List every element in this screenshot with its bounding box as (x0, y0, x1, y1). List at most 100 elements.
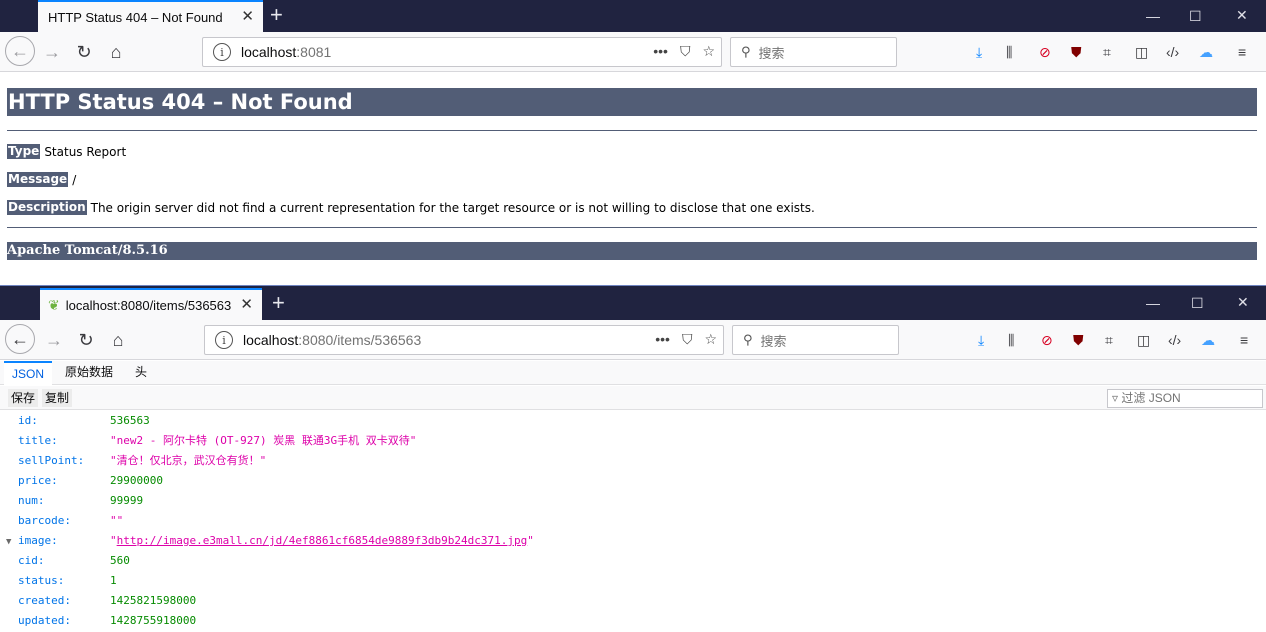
info-icon[interactable]: i (215, 331, 233, 349)
url-bar[interactable]: i localhost:8081 ••• ⛉ ☆ (202, 37, 722, 67)
description-value: The origin server did not find a current… (90, 200, 815, 215)
extension-icon[interactable]: ☁ (1201, 332, 1215, 348)
home-icon[interactable]: ⌂ (104, 326, 132, 354)
download-icon[interactable]: ⤓ (976, 44, 982, 60)
maximize-icon[interactable]: ☐ (1191, 295, 1204, 312)
page-actions-icon[interactable]: ••• (655, 331, 670, 348)
close-tab-icon[interactable]: ✕ (241, 9, 254, 24)
minimize-icon[interactable]: — (1146, 8, 1160, 24)
back-arrow-icon[interactable]: ← (5, 36, 35, 66)
message-line: Message / (7, 172, 76, 187)
tab-strip: ❦ localhost:8080/items/536563 ✕ + — ☐ ✕ (0, 286, 1266, 320)
bookmark-star-icon[interactable]: ☆ (702, 43, 715, 60)
json-row[interactable]: sellPoint: "清仓！仅北京，武汉仓有货！" (0, 451, 1266, 471)
json-row[interactable]: ▼ image: "http://image.e3mall.cn/jd/4ef886… (0, 531, 1266, 551)
url-bar[interactable]: i localhost:8080/items/536563 ••• ⛉ ☆ (204, 325, 724, 355)
search-icon: ⚲ (743, 332, 753, 347)
forward-arrow-icon[interactable]: → (40, 326, 68, 354)
json-viewer-toolbar: 保存 复制 ▿ 过滤 JSON (0, 386, 1266, 410)
json-row[interactable]: id: 536563 (0, 411, 1266, 431)
devtools-icon[interactable]: ‹/› (1166, 44, 1179, 60)
home-icon[interactable]: ⌂ (102, 38, 130, 66)
close-window-icon[interactable]: ✕ (1236, 7, 1248, 24)
ublock-icon[interactable]: ⛊ (1073, 332, 1084, 348)
tab-json[interactable]: JSON (4, 361, 53, 385)
url-path: :8080/items/536563 (298, 332, 422, 348)
search-bar[interactable]: ⚲ 搜索 (730, 37, 897, 67)
tab-raw-data[interactable]: 原始数据 (57, 361, 121, 385)
json-row[interactable]: num: 99999 (0, 491, 1266, 511)
json-value: "清仓！仅北京，武汉仓有货！" (110, 454, 267, 467)
menu-icon[interactable]: ≡ (1240, 332, 1248, 348)
message-label: Message (7, 172, 69, 187)
screenshot-icon[interactable]: ⌗ (1103, 44, 1111, 60)
adblock-icon[interactable]: ⊘ (1039, 44, 1051, 60)
json-key: updated: (18, 614, 71, 627)
json-row[interactable]: status: 1 (0, 571, 1266, 591)
bookmark-star-icon[interactable]: ☆ (704, 331, 717, 348)
pocket-icon[interactable]: ⛉ (680, 43, 691, 60)
json-key: created: (18, 594, 71, 607)
menu-icon[interactable]: ≡ (1238, 44, 1246, 60)
filter-json-input[interactable]: ▿ 过滤 JSON (1107, 389, 1263, 408)
json-key: title: (18, 434, 58, 447)
json-row[interactable]: title: "new2 - 阿尔卡特 (OT-927) 炭黑 联通3G手机 双卡… (0, 431, 1266, 451)
page-actions-icon[interactable]: ••• (653, 43, 668, 60)
divider (7, 227, 1257, 228)
json-row[interactable]: barcode: "" (0, 511, 1266, 531)
back-arrow-icon[interactable]: ← (5, 324, 35, 354)
json-row[interactable]: updated: 1428755918000 (0, 611, 1266, 631)
adblock-icon[interactable]: ⊘ (1041, 332, 1053, 348)
save-button[interactable]: 保存 (8, 389, 39, 407)
json-value: "new2 - 阿尔卡特 (OT-927) 炭黑 联通3G手机 双卡双待" (110, 434, 417, 447)
info-icon[interactable]: i (213, 43, 231, 61)
tomcat-error-page: HTTP Status 404 – Not Found Type Status … (0, 73, 1266, 285)
pocket-icon[interactable]: ⛉ (682, 331, 693, 348)
tab-headers[interactable]: 头 (127, 361, 155, 385)
quote: " (110, 534, 117, 547)
new-tab-icon[interactable]: + (270, 4, 283, 26)
json-key: image: (18, 534, 58, 547)
maximize-icon[interactable]: ☐ (1189, 8, 1202, 25)
new-tab-icon[interactable]: + (272, 292, 285, 314)
json-key: id: (18, 414, 38, 427)
json-key: status: (18, 574, 65, 587)
forward-arrow-icon[interactable]: → (38, 38, 66, 66)
type-label: Type (7, 144, 41, 159)
divider (7, 130, 1257, 131)
json-viewer-tabs: JSON 原始数据 头 (0, 361, 1266, 385)
expand-arrow-icon[interactable]: ▼ (6, 532, 11, 552)
tab-tomcat-404[interactable]: HTTP Status 404 – Not Found ✕ (38, 0, 263, 32)
devtools-icon[interactable]: ‹/› (1168, 332, 1181, 348)
json-value: 99999 (110, 494, 144, 507)
json-key: barcode: (18, 514, 71, 527)
search-placeholder: 搜索 (758, 45, 785, 61)
json-row[interactable]: price: 29900000 (0, 471, 1266, 491)
description-line: Description The origin server did not fi… (7, 200, 815, 215)
tab-items-json[interactable]: ❦ localhost:8080/items/536563 ✕ (40, 288, 262, 320)
ublock-icon[interactable]: ⛊ (1071, 44, 1082, 60)
screenshot-icon[interactable]: ⌗ (1105, 332, 1113, 348)
library-icon[interactable]: ⫼ (1008, 332, 1014, 348)
minimize-icon[interactable]: — (1146, 295, 1160, 311)
library-icon[interactable]: ⫼ (1006, 44, 1012, 60)
sidebar-icon[interactable]: ◫ (1135, 44, 1148, 60)
download-icon[interactable]: ⤓ (978, 332, 984, 348)
page-title: HTTP Status 404 – Not Found (7, 88, 1257, 116)
close-tab-icon[interactable]: ✕ (240, 297, 253, 312)
nav-toolbar: ← → ↻ ⌂ i localhost:8080/items/536563 ••… (0, 320, 1266, 360)
copy-button[interactable]: 复制 (42, 389, 73, 407)
reload-icon[interactable]: ↻ (70, 38, 98, 66)
sidebar-icon[interactable]: ◫ (1137, 332, 1150, 348)
json-row[interactable]: cid: 560 (0, 551, 1266, 571)
close-window-icon[interactable]: ✕ (1237, 294, 1249, 311)
json-value-link[interactable]: "http://image.e3mall.cn/jd/4ef8861cf6854… (110, 531, 534, 551)
extension-icon[interactable]: ☁ (1199, 44, 1213, 60)
json-key: num: (18, 494, 45, 507)
reload-icon[interactable]: ↻ (72, 326, 100, 354)
tab-title: localhost:8080/items/536563 (65, 297, 232, 313)
tab-title: HTTP Status 404 – Not Found (48, 9, 223, 25)
json-row[interactable]: created: 1425821598000 (0, 591, 1266, 611)
image-url-link[interactable]: http://image.e3mall.cn/jd/4ef8861cf6854d… (117, 534, 528, 547)
search-bar[interactable]: ⚲ 搜索 (732, 325, 899, 355)
